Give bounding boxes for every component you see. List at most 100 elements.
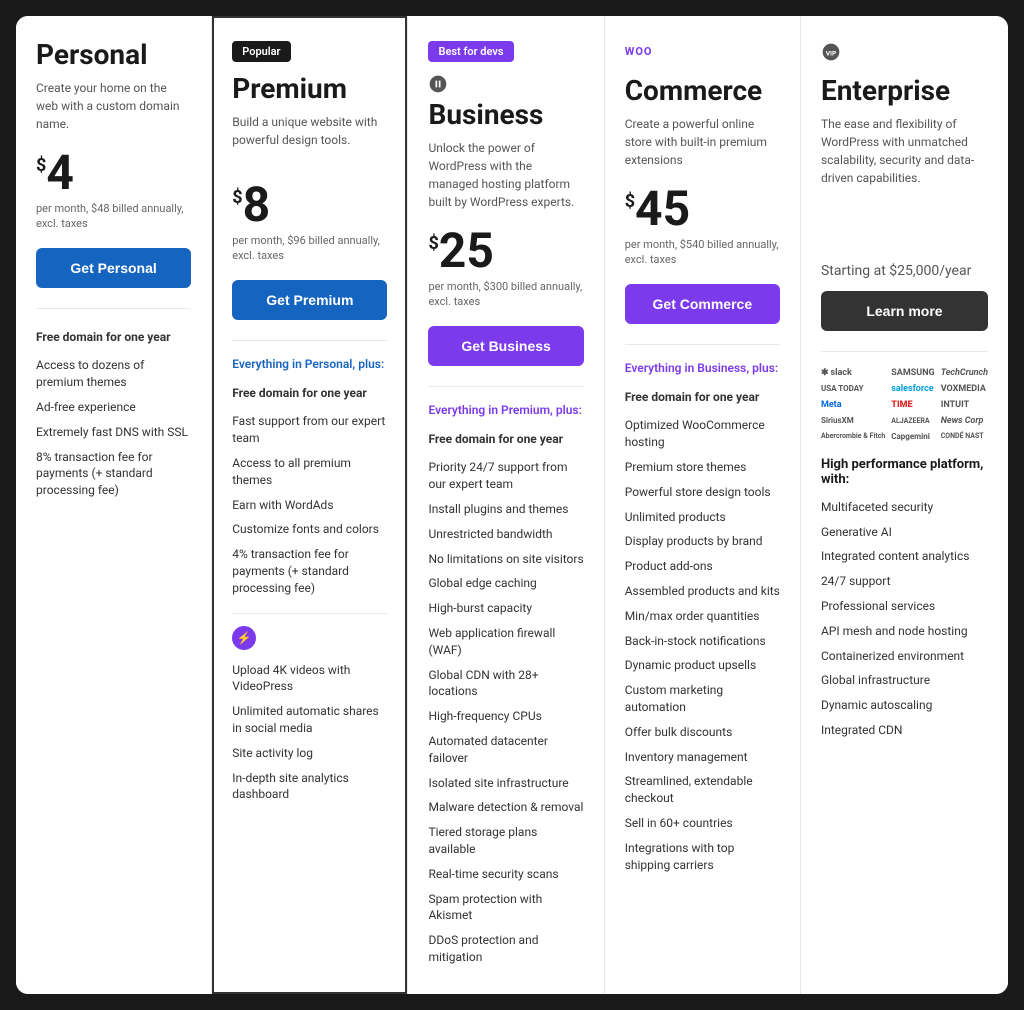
- plan-commerce-logo-space: WOO: [625, 40, 780, 64]
- feature-inventory: Inventory management: [625, 745, 780, 770]
- feature-fonts: Customize fonts and colors: [232, 517, 387, 542]
- feature-checkout: Streamlined, extendable checkout: [625, 769, 780, 811]
- feature-integrated-cdn: Integrated CDN: [821, 718, 988, 743]
- logo-siriusxm: SiriusXM: [821, 416, 885, 426]
- logo-abercrombie: Abercrombie & Fitch: [821, 432, 885, 441]
- feature-tiered: Tiered storage plans available: [428, 820, 583, 862]
- feature-autoscaling: Dynamic autoscaling: [821, 693, 988, 718]
- plan-enterprise-logo: VIP: [821, 40, 988, 64]
- plan-commerce-price: $ 45: [625, 185, 780, 233]
- feature-security-scans: Real-time security scans: [428, 862, 583, 887]
- enterprise-high-perf-header: High performance platform, with:: [821, 457, 988, 487]
- plan-business: Best for devs Business Unlock the power …: [408, 16, 604, 994]
- feature-store-themes: Premium store themes: [625, 455, 780, 480]
- feature-spam: Spam protection with Akismet: [428, 887, 583, 929]
- plan-enterprise: VIP Enterprise The ease and flexibility …: [801, 16, 1008, 994]
- plan-commerce: WOO Commerce Create a powerful online st…: [605, 16, 801, 994]
- feature-malware: Malware detection & removal: [428, 795, 583, 820]
- feature-transaction: 4% transaction fee for payments (+ stand…: [232, 542, 387, 600]
- plan-enterprise-cta[interactable]: Learn more: [821, 291, 988, 331]
- svg-text:VIP: VIP: [826, 49, 837, 57]
- plan-personal-description: Create your home on the web with a custo…: [36, 79, 191, 133]
- plan-business-title: Business: [428, 100, 583, 131]
- plan-enterprise-starting-price: Starting at $25,000/year: [821, 263, 988, 279]
- divider: [428, 386, 583, 387]
- price-amount: 25: [439, 227, 494, 275]
- feature-high-burst: High-burst capacity: [428, 596, 583, 621]
- plan-premium-badge: Popular: [232, 41, 290, 62]
- feature-api-mesh: API mesh and node hosting: [821, 619, 988, 644]
- divider: [36, 308, 191, 309]
- plan-business-logo: [428, 74, 583, 94]
- price-dollar: $: [428, 233, 438, 254]
- feature-support: Fast support from our expert team: [232, 409, 387, 451]
- feature-professional: Professional services: [821, 594, 988, 619]
- plan-enterprise-title: Enterprise: [821, 76, 988, 107]
- logo-meta: Meta: [821, 400, 885, 410]
- feature-containerized: Containerized environment: [821, 644, 988, 669]
- logo-usatoday: USA TODAY: [821, 384, 885, 394]
- logo-salesforce: salesforce: [891, 384, 934, 394]
- plan-business-badge: Best for devs: [428, 41, 513, 62]
- price-amount: 8: [243, 181, 271, 229]
- feature-visitors: No limitations on site visitors: [428, 547, 583, 572]
- logo-time: TIME: [891, 400, 934, 410]
- logo-newscorp: News Corp: [941, 416, 988, 426]
- plan-commerce-title: Commerce: [625, 76, 780, 107]
- feature-display-brand: Display products by brand: [625, 529, 780, 554]
- feature-datacenter: Automated datacenter failover: [428, 729, 583, 771]
- feature-analytics: In-depth site analytics dashboard: [232, 766, 387, 808]
- feature-bandwidth: Unrestricted bandwidth: [428, 522, 583, 547]
- plan-premium-price: $ 8: [232, 181, 387, 229]
- feature-woo-hosting: Optimized WooCommerce hosting: [625, 413, 780, 455]
- feature-priority-support: Priority 24/7 support from our expert te…: [428, 455, 583, 497]
- logo-slack: ✱ slack: [821, 368, 885, 378]
- plan-business-description: Unlock the power of WordPress with the m…: [428, 139, 583, 211]
- feature-dns: Extremely fast DNS with SSL: [36, 420, 191, 445]
- feature-backstock: Back-in-stock notifications: [625, 629, 780, 654]
- price-dollar: $: [232, 187, 242, 208]
- price-amount: 4: [46, 149, 74, 197]
- feature-product-addons: Product add-ons: [625, 554, 780, 579]
- feature-security: Multifaceted security: [821, 495, 988, 520]
- divider: [625, 344, 780, 345]
- feature-global-infra: Global infrastructure: [821, 668, 988, 693]
- plan-business-features-header: Everything in Premium, plus:: [428, 403, 583, 417]
- feature-wordads: Earn with WordAds: [232, 493, 387, 518]
- price-dollar: $: [625, 191, 635, 212]
- plan-premium-price-note: per month, $96 billed annually, excl. ta…: [232, 233, 387, 264]
- price-amount: 45: [635, 185, 690, 233]
- feature-upsells: Dynamic product upsells: [625, 653, 780, 678]
- plan-business-cta[interactable]: Get Business: [428, 326, 583, 366]
- feature-premium-themes: Access to dozens of premium themes: [36, 353, 191, 395]
- divider: [232, 340, 387, 341]
- plan-business-price-note: per month, $300 billed annually, excl. t…: [428, 279, 583, 310]
- feature-waf: Web application firewall (WAF): [428, 621, 583, 663]
- feature-cpus: High-frequency CPUs: [428, 704, 583, 729]
- plan-premium-features-header: Everything in Personal, plus:: [232, 357, 387, 371]
- feature-assembled: Assembled products and kits: [625, 579, 780, 604]
- feature-adfree: Ad-free experience: [36, 395, 191, 420]
- feature-shares: Unlimited automatic shares in social med…: [232, 699, 387, 741]
- feature-free-domain: Free domain for one year: [625, 385, 780, 410]
- feature-free-domain: Free domain for one year: [232, 381, 387, 406]
- plan-commerce-cta[interactable]: Get Commerce: [625, 284, 780, 324]
- feature-free-domain: Free domain for one year: [428, 427, 583, 452]
- feature-isolated: Isolated site infrastructure: [428, 771, 583, 796]
- feature-free-domain: Free domain for one year: [36, 325, 191, 350]
- logo-aljazeera: ALJAZEERA: [891, 416, 934, 426]
- feature-unlimited-products: Unlimited products: [625, 505, 780, 530]
- plan-personal: Personal Create your home on the web wit…: [16, 16, 212, 994]
- plan-premium-cta[interactable]: Get Premium: [232, 280, 387, 320]
- plan-commerce-description: Create a powerful online store with buil…: [625, 115, 780, 169]
- divider: [821, 351, 988, 352]
- plan-personal-price-note: per month, $48 billed annually, excl. ta…: [36, 201, 191, 232]
- plan-personal-cta[interactable]: Get Personal: [36, 248, 191, 288]
- price-dollar: $: [36, 155, 46, 176]
- feature-minmax: Min/max order quantities: [625, 604, 780, 629]
- feature-video: Upload 4K videos with VideoPress: [232, 658, 387, 700]
- enterprise-logos: ✱ slack SAMSUNG TechCrunch USA TODAY sal…: [821, 368, 988, 441]
- feature-themes: Access to all premium themes: [232, 451, 387, 493]
- plan-enterprise-description: The ease and flexibility of WordPress wi…: [821, 115, 988, 187]
- logo-capgemini: Capgemini: [891, 432, 934, 441]
